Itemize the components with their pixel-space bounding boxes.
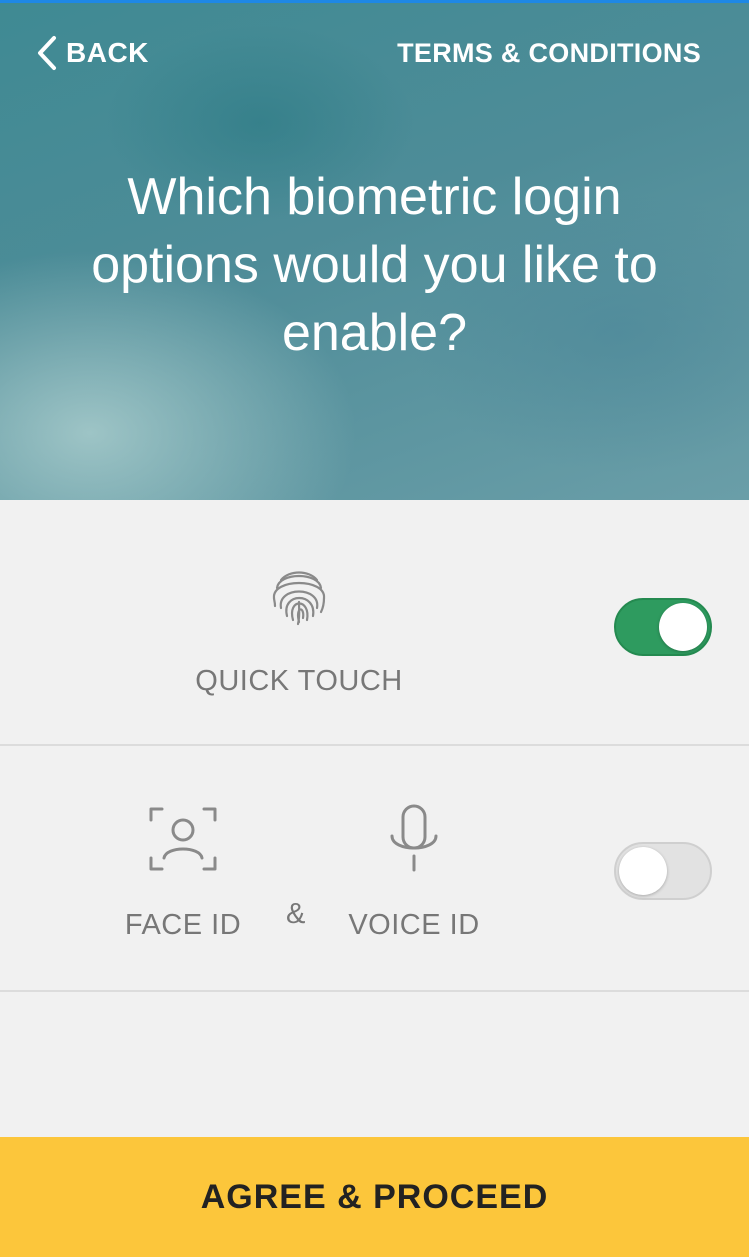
toggle-knob [659, 603, 707, 651]
fingerprint-icon [263, 558, 335, 635]
biometric-setup-screen: BACK TERMS & CONDITIONS Which biometric … [0, 0, 749, 1257]
terms-conditions-link[interactable]: TERMS & CONDITIONS [397, 33, 701, 73]
header-banner: BACK TERMS & CONDITIONS Which biometric … [0, 3, 749, 500]
quick-touch-row: QUICK TOUCH [0, 500, 749, 746]
face-voice-toggle[interactable] [614, 842, 712, 900]
back-button[interactable]: BACK [36, 33, 149, 73]
face-id-option: FACE ID [113, 804, 253, 942]
voice-id-option: VOICE ID [339, 804, 489, 942]
quick-touch-option: QUICK TOUCH [189, 558, 409, 698]
face-id-label: FACE ID [124, 909, 242, 941]
face-scan-icon [148, 804, 218, 879]
back-label: BACK [66, 37, 149, 68]
microphone-icon [379, 804, 449, 879]
quick-touch-toggle[interactable] [614, 598, 712, 656]
quick-touch-label: QUICK TOUCH [195, 665, 403, 697]
toggle-knob [619, 847, 667, 895]
ampersand-separator: & [286, 898, 306, 930]
face-voice-row: FACE ID & VOICE ID [0, 746, 749, 992]
page-title: Which biometric login options would you … [91, 168, 658, 362]
chevron-left-icon [36, 35, 58, 71]
agree-proceed-button[interactable]: AGREE & PROCEED [0, 1137, 749, 1257]
voice-id-label: VOICE ID [348, 909, 480, 941]
